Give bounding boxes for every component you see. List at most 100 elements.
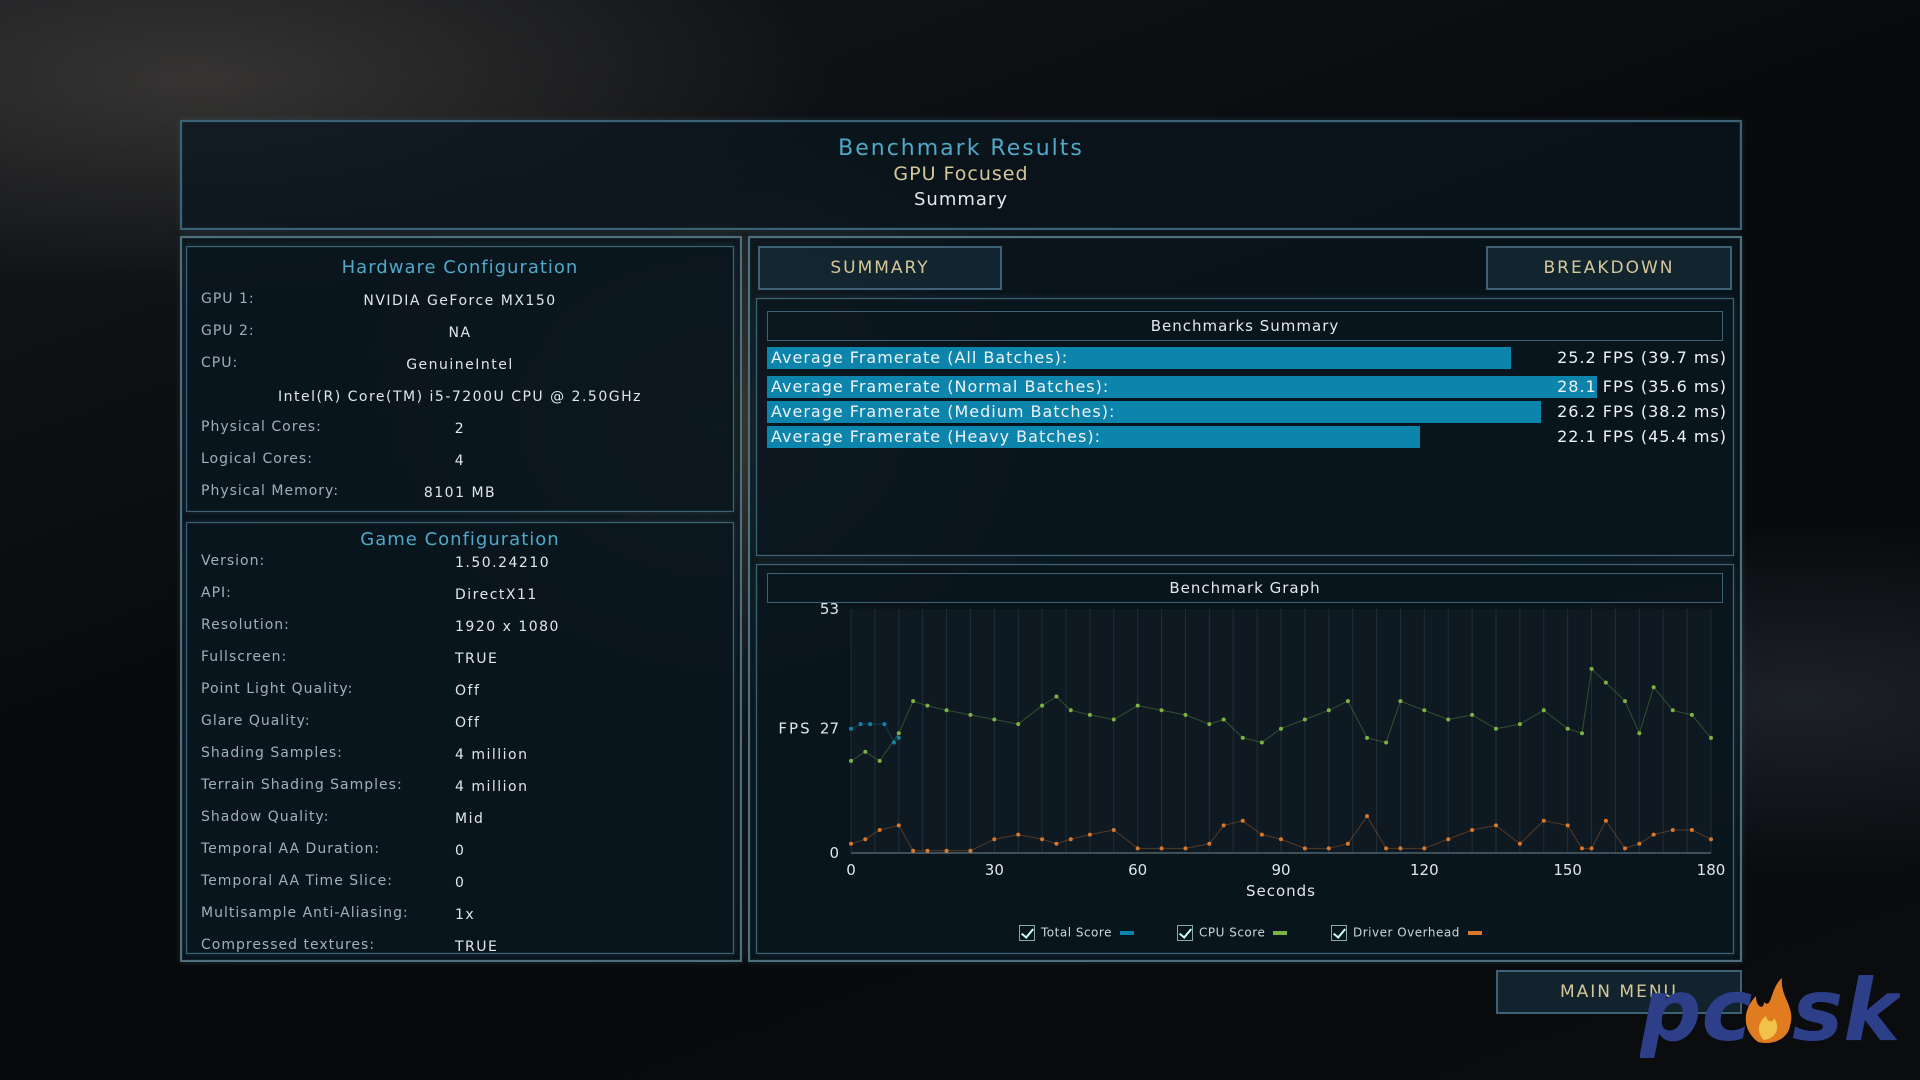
game-item-label: Temporal AA Duration: <box>201 841 381 857</box>
cpu-score-point <box>925 703 930 708</box>
game-item-value: 1920 x 1080 <box>455 619 560 635</box>
driver-overhead-checkbox[interactable] <box>1331 925 1347 941</box>
legend-driver-overhead[interactable]: Driver Overhead <box>1331 925 1482 941</box>
driver-overhead-point <box>1637 841 1642 846</box>
driver-overhead-point <box>1565 823 1570 828</box>
legend-cpu-score-label: CPU Score <box>1199 925 1266 940</box>
cpu-score-point <box>1345 699 1350 704</box>
cpu-score-point <box>1221 717 1226 722</box>
cpu-score-point <box>1580 731 1584 736</box>
total-score-point <box>858 722 863 727</box>
x-tick-label: 60 <box>1128 861 1147 879</box>
driver-overhead-point <box>1709 837 1713 842</box>
legend-driver-overhead-label: Driver Overhead <box>1353 925 1460 940</box>
driver-overhead-point <box>1040 837 1045 842</box>
game-item-label: Shadow Quality: <box>201 809 330 825</box>
game-item-label: Glare Quality: <box>201 713 311 729</box>
cpu-score-point <box>1159 708 1164 713</box>
benchmarks-summary-panel: Benchmarks Summary Average Framerate (Al… <box>756 298 1734 556</box>
driver-overhead-point <box>896 823 901 828</box>
benchmark-graph-panel: Benchmark Graph 0 30 60 90 120 150 180 0 27 53 FPS… <box>756 564 1734 954</box>
game-item-value: Off <box>455 715 481 731</box>
driver-overhead-point <box>1651 832 1656 837</box>
hardware-item-value: Intel(R) Core(TM) i5-7200U CPU @ 2.50GHz <box>278 389 642 405</box>
cpu-score-point <box>1279 726 1283 731</box>
cpu-score-point <box>1670 708 1675 713</box>
game-item-value: TRUE <box>455 939 499 955</box>
driver-overhead-point <box>1016 832 1021 837</box>
hardware-item-value: 4 <box>454 453 466 469</box>
cpu-score-point <box>1111 717 1116 722</box>
benchmarks-summary-title: Benchmarks Summary <box>767 311 1723 341</box>
cpu-score-point <box>992 717 997 722</box>
total-score-checkbox[interactable] <box>1019 925 1035 941</box>
driver-overhead-point <box>925 848 930 853</box>
driver-overhead-point <box>849 841 853 846</box>
tab-summary[interactable]: SUMMARY <box>758 246 1002 290</box>
game-item-value: TRUE <box>455 651 499 667</box>
driver-overhead-point <box>1623 846 1627 851</box>
cpu-score-point <box>849 758 853 763</box>
driver-overhead-point <box>1183 846 1188 851</box>
game-item-label: Point Light Quality: <box>201 681 354 697</box>
cpu-score-swatch <box>1273 931 1288 935</box>
driver-overhead-point <box>1345 841 1350 846</box>
game-item-value: 0 <box>455 843 466 859</box>
total-score-point <box>868 722 873 727</box>
framerate-value: 28.1 FPS (35.6 ms) <box>1557 377 1727 396</box>
driver-overhead-point <box>1111 827 1116 832</box>
legend-cpu-score[interactable]: CPU Score <box>1177 925 1288 941</box>
legend-total-score[interactable]: Total Score <box>1019 925 1134 941</box>
summary-row: Average Framerate (Medium Batches): 26.2 … <box>767 401 1727 423</box>
svg-text:sk: sk <box>1792 961 1900 1058</box>
driver-overhead-point <box>1670 827 1675 832</box>
hardware-configuration-title: Hardware Configuration <box>341 257 579 278</box>
game-configuration-title: Game Configuration <box>360 529 560 550</box>
driver-overhead-point <box>1446 837 1451 842</box>
driver-overhead-swatch <box>1467 931 1482 935</box>
cpu-score-point <box>1183 712 1188 717</box>
cpu-score-point <box>911 699 916 704</box>
game-item-label: Shading Samples: <box>201 745 343 761</box>
cpu-score-point <box>944 708 949 713</box>
driver-overhead-point <box>1279 837 1283 842</box>
hardware-configuration-panel: Hardware Configuration GPU 1: NVIDIA GeFo… <box>186 246 734 512</box>
y-tick-label: 27 <box>820 720 839 738</box>
game-item-label: Fullscreen: <box>201 649 288 665</box>
cpu-score-point <box>1689 712 1694 717</box>
driver-overhead-point <box>1384 846 1389 851</box>
driver-overhead-point <box>877 827 882 832</box>
framerate-value: 26.2 FPS (38.2 ms) <box>1557 402 1727 421</box>
game-item-value: Off <box>455 683 481 699</box>
cpu-score-point <box>1326 708 1331 713</box>
game-item-value: DirectX11 <box>455 587 538 603</box>
cpu-score-point <box>1398 699 1403 704</box>
cpu-score-point <box>863 749 868 754</box>
cpu-score-point <box>1016 722 1021 727</box>
x-tick-label: 30 <box>985 861 1004 879</box>
driver-overhead-point <box>1207 841 1212 846</box>
framerate-label: Average Framerate (Normal Batches): <box>771 377 1110 396</box>
driver-overhead-point <box>1068 837 1073 842</box>
cpu-score-point <box>1054 694 1059 699</box>
cpu-score-point <box>1259 740 1264 745</box>
cpu-score-checkbox[interactable] <box>1177 925 1193 941</box>
game-item-label: Resolution: <box>201 617 290 633</box>
driver-overhead-point <box>1326 846 1331 851</box>
driver-overhead-point <box>1603 818 1608 823</box>
page-title: Benchmark Results <box>838 136 1084 161</box>
cpu-score-point <box>1709 735 1713 740</box>
game-item-value: 1.50.24210 <box>455 555 551 571</box>
framerate-value: 22.1 FPS (45.4 ms) <box>1557 427 1727 446</box>
game-configuration-panel: Game Configuration Version: 1.50.24210 API… <box>186 522 734 955</box>
driver-overhead-point <box>1494 823 1498 828</box>
svg-text:pc: pc <box>1640 961 1753 1058</box>
hardware-item-value: GenuineIntel <box>406 357 514 373</box>
tab-breakdown[interactable]: BREAKDOWN <box>1486 246 1732 290</box>
cpu-score-point <box>1384 740 1389 745</box>
cpu-score-point <box>968 712 973 717</box>
cpu-score-point <box>1517 722 1522 727</box>
hardware-item-value: 2 <box>454 421 466 437</box>
cpu-score-point <box>877 758 882 763</box>
cpu-score-point <box>1040 703 1045 708</box>
